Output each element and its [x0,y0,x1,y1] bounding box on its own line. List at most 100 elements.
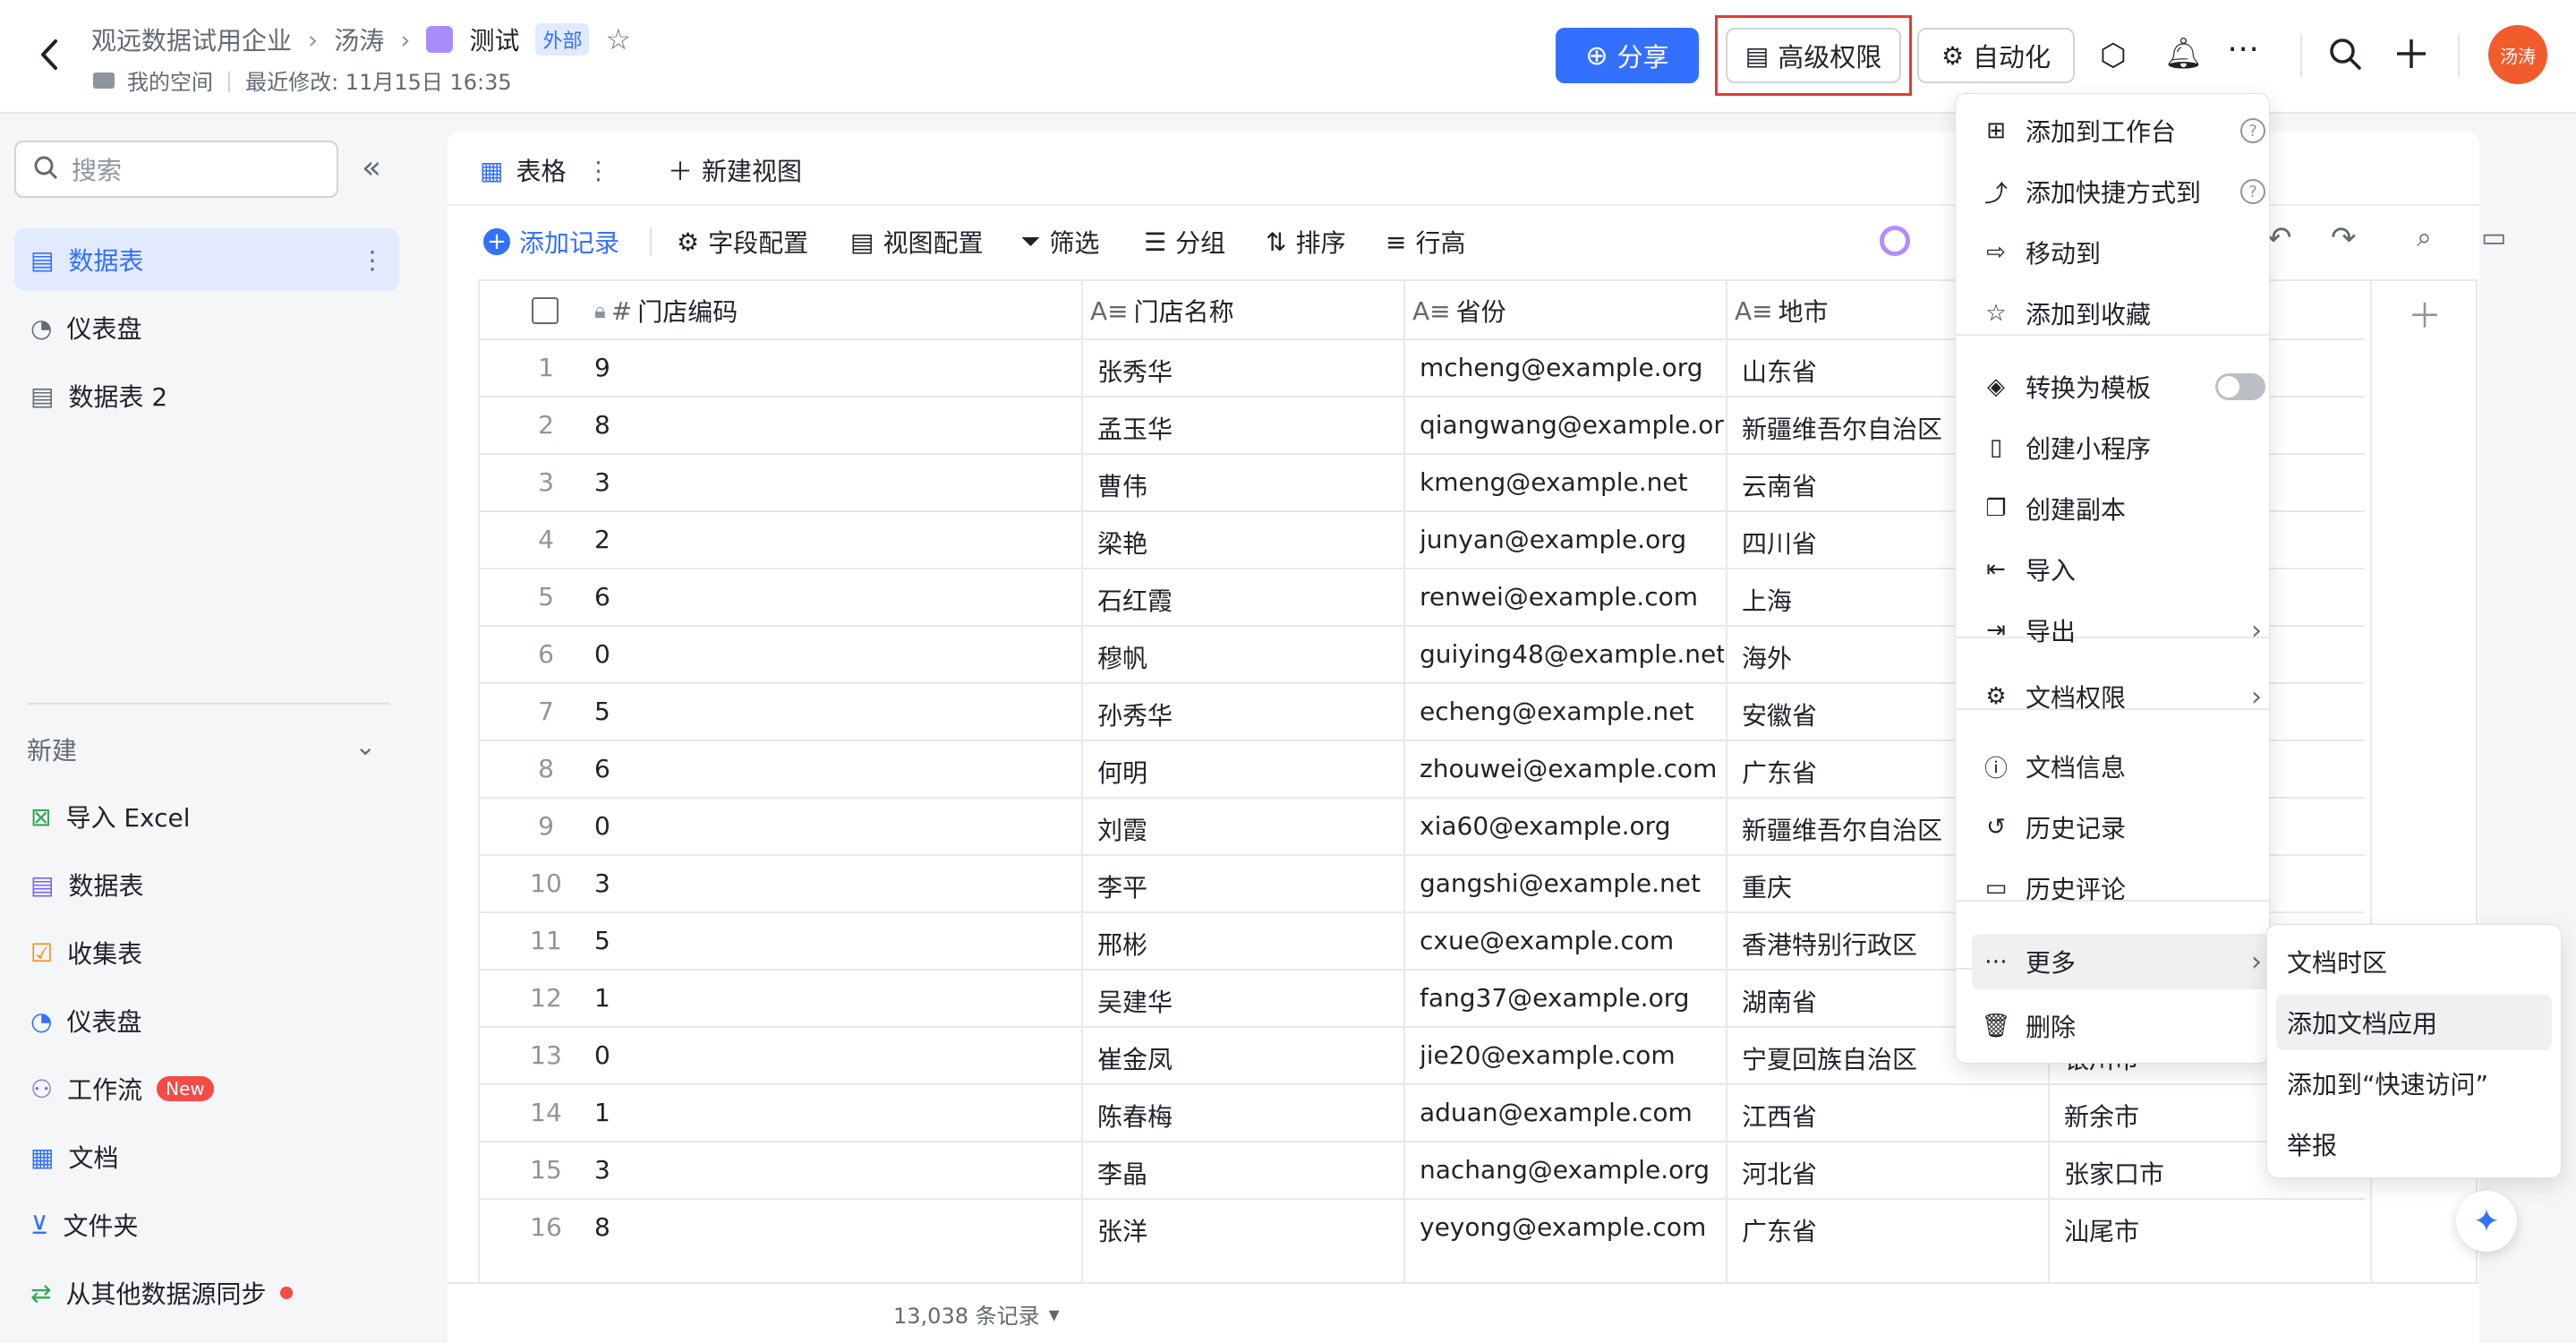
table-cell[interactable]: 0 [594,639,1060,669]
menu-item-shortcut[interactable]: ⤴ 添加快捷方式到? [1972,164,2276,219]
new-item-doc[interactable]: ▦ 文档 [14,1125,399,1188]
table-cell[interactable]: 江西省 [1742,1098,2046,1133]
help-icon[interactable]: ? [2240,118,2265,143]
table-cell[interactable]: 0 [594,811,1060,841]
field-config-button[interactable]: ⚙ 字段配置 [677,222,808,261]
table-cell[interactable]: 1 [594,1098,1060,1127]
table-cell[interactable]: jie20@example.com [1420,1040,1724,1070]
menu-item-miniapp[interactable]: ▯ 创建小程序 [1972,420,2276,475]
table-cell[interactable]: aduan@example.com [1420,1098,1724,1127]
table-cell[interactable]: echeng@example.net [1420,697,1724,726]
more-icon[interactable]: ⋯ [2227,30,2259,67]
select-all-checkbox[interactable] [532,297,559,324]
table-cell[interactable]: 崔金凤 [1097,1040,1402,1076]
column-header-store-code[interactable]: 🔒︎ # 门店编码 [594,283,738,338]
table-cell[interactable]: kmeng@example.net [1420,467,1724,497]
star-icon[interactable]: ☆ [605,22,631,56]
table-cell[interactable]: 0 [594,1040,1060,1070]
menu-item-export[interactable]: ⇥ 导出 › [1972,603,2276,658]
table-cell[interactable]: 孟玉华 [1097,410,1402,446]
comment-icon[interactable]: ▭ [2481,222,2506,253]
table-cell[interactable]: 梁艳 [1097,525,1402,560]
table-cell[interactable]: 穆帆 [1097,639,1402,675]
search-icon[interactable] [2327,36,2363,75]
group-button[interactable]: ☰ 分组 [1144,222,1225,261]
new-item-sync[interactable]: ⇄ 从其他数据源同步 [14,1262,399,1324]
help-icon[interactable]: ? [2240,179,2265,204]
table-cell[interactable]: 6 [594,754,1060,783]
filter-button[interactable]: ⏷ 筛选 [1020,222,1099,261]
sidebar-item-table[interactable]: ▤ 数据表 ⋮ [14,228,399,291]
add-record-button[interactable]: + 添加记录 [483,222,619,261]
table-cell[interactable]: 汕尾市 [2064,1212,2368,1248]
table-cell[interactable]: 曹伟 [1097,467,1402,503]
table-cell[interactable]: cxue@example.com [1420,926,1724,955]
collapse-sidebar-icon[interactable]: « [362,150,381,186]
row-height-button[interactable]: ≡ 行高 [1386,222,1465,261]
menu-item-copy[interactable]: ❐ 创建副本 [1972,481,2276,536]
table-cell[interactable]: 8 [594,1212,1060,1242]
table-cell[interactable]: nachang@example.org [1420,1155,1724,1185]
add-column-icon[interactable]: ＋ [2408,288,2442,338]
more-vertical-icon[interactable]: ⋮ [585,156,610,185]
location-label[interactable]: 我的空间 [127,64,213,96]
table-cell[interactable]: 5 [594,697,1060,726]
new-view-button[interactable]: ＋ 新建视图 [668,152,802,188]
table-cell[interactable]: 邢彬 [1097,926,1402,962]
table-cell[interactable]: 吴建华 [1097,983,1402,1019]
table-cell[interactable]: 1 [594,983,1060,1013]
table-cell[interactable]: 何明 [1097,754,1402,790]
menu-item-star[interactable]: ☆ 添加到收藏 [1972,286,2276,341]
find-icon[interactable]: ⌕ [2417,222,2432,253]
table-cell[interactable]: 李平 [1097,868,1402,904]
table-cell[interactable]: 陈春梅 [1097,1098,1402,1133]
menu-item-template[interactable]: ◈ 转换为模板 [1972,359,2276,415]
ai-icon[interactable] [1880,226,1910,256]
new-item-form[interactable]: ☑ 收集表 [14,921,399,984]
more-vertical-icon[interactable]: ⋮ [360,245,385,275]
table-cell[interactable]: xia60@example.org [1420,811,1724,841]
column-header-store-name[interactable]: A≡ 门店名称 [1090,283,1234,338]
menu-item-more[interactable]: ⋯ 更多 › [1972,934,2276,989]
plus-icon[interactable] [2393,36,2429,75]
menu-item-trash[interactable]: 🗑︎ 删除 [1972,998,2276,1054]
table-cell[interactable]: 张洋 [1097,1212,1402,1248]
menu-item-history[interactable]: ↺ 历史记录 [1972,800,2276,855]
sidebar-item-table-2[interactable]: ▤ 数据表 2 [14,364,399,427]
table-cell[interactable]: 孙秀华 [1097,697,1402,732]
table-cell[interactable]: 3 [594,868,1060,898]
automation-button[interactable]: ⚙ 自动化 [1917,28,2075,83]
new-section-header[interactable]: 新建 ⌄ [27,731,376,767]
sidebar-item-dashboard[interactable]: ◔ 仪表盘 [14,296,399,359]
table-cell[interactable]: 9 [594,353,1060,382]
breadcrumb-user[interactable]: 汤涛 [334,21,384,57]
table-cell[interactable]: 刘霞 [1097,811,1402,847]
table-cell[interactable]: 石红霞 [1097,582,1402,618]
table-cell[interactable]: gangshi@example.net [1420,868,1724,898]
table-cell[interactable]: 5 [594,926,1060,955]
table-cell[interactable]: 2 [594,525,1060,554]
submenu-item-add-doc-app[interactable]: 添加文档应用 [2276,995,2552,1050]
submenu-item-timezone[interactable]: 文档时区 [2276,934,2552,989]
new-item-dashboard[interactable]: ◔ 仪表盘 [14,989,399,1052]
table-cell[interactable]: 3 [594,467,1060,497]
avatar[interactable]: 汤涛 [2488,25,2547,84]
submenu-item-report[interactable]: 举报 [2276,1116,2552,1172]
table-cell[interactable]: 广东省 [1742,1212,2046,1248]
table-cell[interactable]: qiangwang@example.org [1420,410,1724,440]
menu-item-gear[interactable]: ⚙ 文档权限 › [1972,669,2276,724]
new-item-folder[interactable]: ⊻ 文件夹 [14,1193,399,1256]
column-header-province[interactable]: A≡ 省份 [1412,283,1506,338]
menu-item-move[interactable]: ⇨ 移动到 [1972,225,2276,280]
new-item-workflow[interactable]: ⚇ 工作流 New [14,1057,399,1120]
menu-item-import[interactable]: ⇤ 导入 [1972,542,2276,597]
menu-item-info[interactable]: ⓘ 文档信息 [1972,739,2276,794]
sort-button[interactable]: ⇅ 排序 [1266,222,1345,261]
advanced-permission-button[interactable]: ▤ 高级权限 [1726,28,1901,83]
table-cell[interactable]: renwei@example.com [1420,582,1724,612]
menu-item-comment-history[interactable]: ▭ 历史评论 [1972,860,2276,916]
table-cell[interactable]: junyan@example.org [1420,525,1724,554]
new-item-table[interactable]: ▤ 数据表 [14,853,399,916]
table-cell[interactable]: 张秀华 [1097,353,1402,389]
view-config-button[interactable]: ▤ 视图配置 [850,222,983,261]
